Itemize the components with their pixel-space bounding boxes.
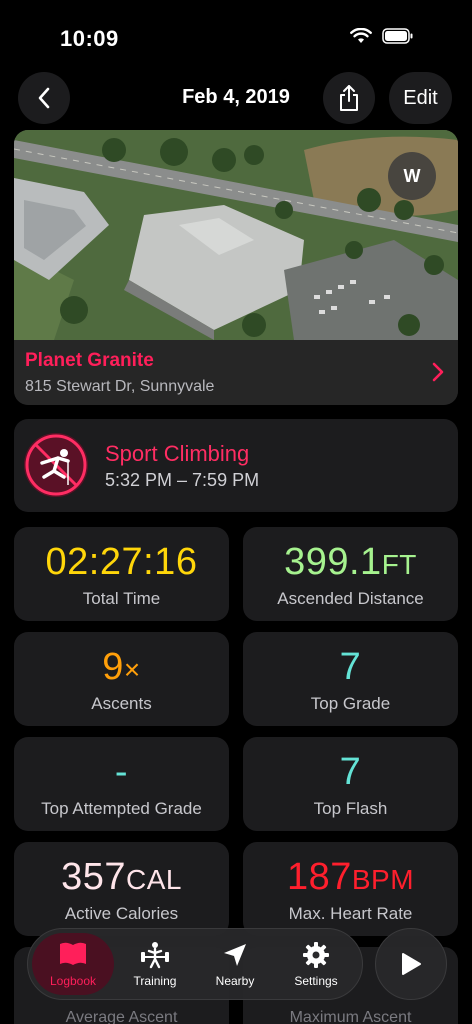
stat-card-max-heart-rate: 187BPM Max. Heart Rate <box>243 842 458 936</box>
stat-number: 399.1 <box>284 541 382 583</box>
tab-settings[interactable]: Settings <box>275 933 357 995</box>
tab-label: Logbook <box>49 974 97 988</box>
status-time: 10:09 <box>60 26 119 51</box>
weightlifter-icon <box>114 941 196 969</box>
sport-climbing-icon <box>24 433 88 497</box>
stat-card-active-calories: 357CAL Active Calories <box>14 842 229 936</box>
stat-label: Ascents <box>91 694 152 713</box>
stat-value: 7 <box>243 751 458 794</box>
play-icon <box>402 953 421 975</box>
stat-value: 187BPM <box>243 856 458 899</box>
chevron-right-icon <box>432 362 444 382</box>
stat-label: Top Flash <box>313 799 388 818</box>
workout-time-range: 5:32 PM – 7:59 PM <box>105 470 260 490</box>
book-icon <box>32 941 114 969</box>
stat-value: 357CAL <box>14 856 229 899</box>
location-info[interactable]: Planet Granite 815 Stewart Dr, Sunnyvale <box>14 340 458 405</box>
compass-heading: W <box>403 165 421 186</box>
chevron-left-icon <box>38 87 50 109</box>
stat-label: Top Grade <box>310 694 391 713</box>
gear-icon <box>275 941 357 969</box>
stat-number: 9 <box>102 646 124 688</box>
tab-training[interactable]: Training <box>114 933 196 995</box>
stat-value: 9× <box>14 646 229 689</box>
stat-number: 357 <box>61 856 126 898</box>
stat-value: 7 <box>243 646 458 689</box>
tab-label: Settings <box>294 974 338 988</box>
tab-label: Nearby <box>215 974 255 988</box>
start-workout-button[interactable] <box>375 928 447 1000</box>
stat-label: Active Calories <box>64 904 179 923</box>
stat-label: Max. Heart Rate <box>288 904 413 923</box>
wifi-icon <box>350 28 372 43</box>
stat-number: 02:27:16 <box>45 541 198 583</box>
tab-logbook[interactable]: Logbook <box>32 933 114 995</box>
stat-number: 7 <box>339 646 362 688</box>
stat-unit: CAL <box>125 864 182 895</box>
stat-unit: FT <box>381 549 417 580</box>
stat-label: Maximum Ascent <box>289 1009 412 1024</box>
location-arrow-icon <box>194 941 276 969</box>
stat-value: 02:27:16 <box>14 541 229 584</box>
stat-card-ascents: 9× Ascents <box>14 632 229 726</box>
stat-number: 7 <box>339 751 362 793</box>
edit-button[interactable]: Edit <box>389 72 452 124</box>
share-button[interactable] <box>323 72 375 124</box>
stat-card-total-time: 02:27:16 Total Time <box>14 527 229 621</box>
tab-bar: Logbook Training Nearby Settings <box>27 928 363 1000</box>
stat-card-top-grade: 7 Top Grade <box>243 632 458 726</box>
page-title: Feb 4, 2019 <box>182 86 290 108</box>
back-button[interactable] <box>18 72 70 124</box>
satellite-map[interactable]: W <box>14 130 458 340</box>
status-icons <box>350 28 414 44</box>
stat-unit: BPM <box>351 864 415 895</box>
stat-label: Total Time <box>82 589 161 608</box>
nav-bar: Feb 4, 2019 Edit <box>0 72 472 128</box>
workout-card: Sport Climbing 5:32 PM – 7:59 PM <box>14 419 458 512</box>
stat-card-top-flash: 7 Top Flash <box>243 737 458 831</box>
battery-icon <box>382 28 413 44</box>
stat-value: 399.1FT <box>243 541 458 584</box>
tab-nearby[interactable]: Nearby <box>194 933 276 995</box>
stat-number: - <box>114 751 129 793</box>
stat-label: Ascended Distance <box>277 589 424 608</box>
stat-unit: × <box>123 654 141 685</box>
place-name: Planet Granite <box>25 350 154 371</box>
stat-value: - <box>14 751 229 794</box>
share-icon <box>340 85 358 111</box>
stat-card-top-attempted-grade: - Top Attempted Grade <box>14 737 229 831</box>
location-card[interactable]: W Planet Granite 815 Stewart Dr, Sunnyva… <box>14 130 458 405</box>
tab-label: Training <box>133 974 177 988</box>
stat-label: Top Attempted Grade <box>41 799 202 818</box>
stat-number: 187 <box>286 856 352 898</box>
workout-type: Sport Climbing <box>105 441 250 466</box>
stat-label: Average Ascent <box>65 1009 178 1024</box>
compass-button[interactable]: W <box>388 152 436 200</box>
status-bar: 10:09 <box>0 0 472 70</box>
place-address: 815 Stewart Dr, Sunnyvale <box>25 378 215 395</box>
stat-card-ascended-distance: 399.1FT Ascended Distance <box>243 527 458 621</box>
